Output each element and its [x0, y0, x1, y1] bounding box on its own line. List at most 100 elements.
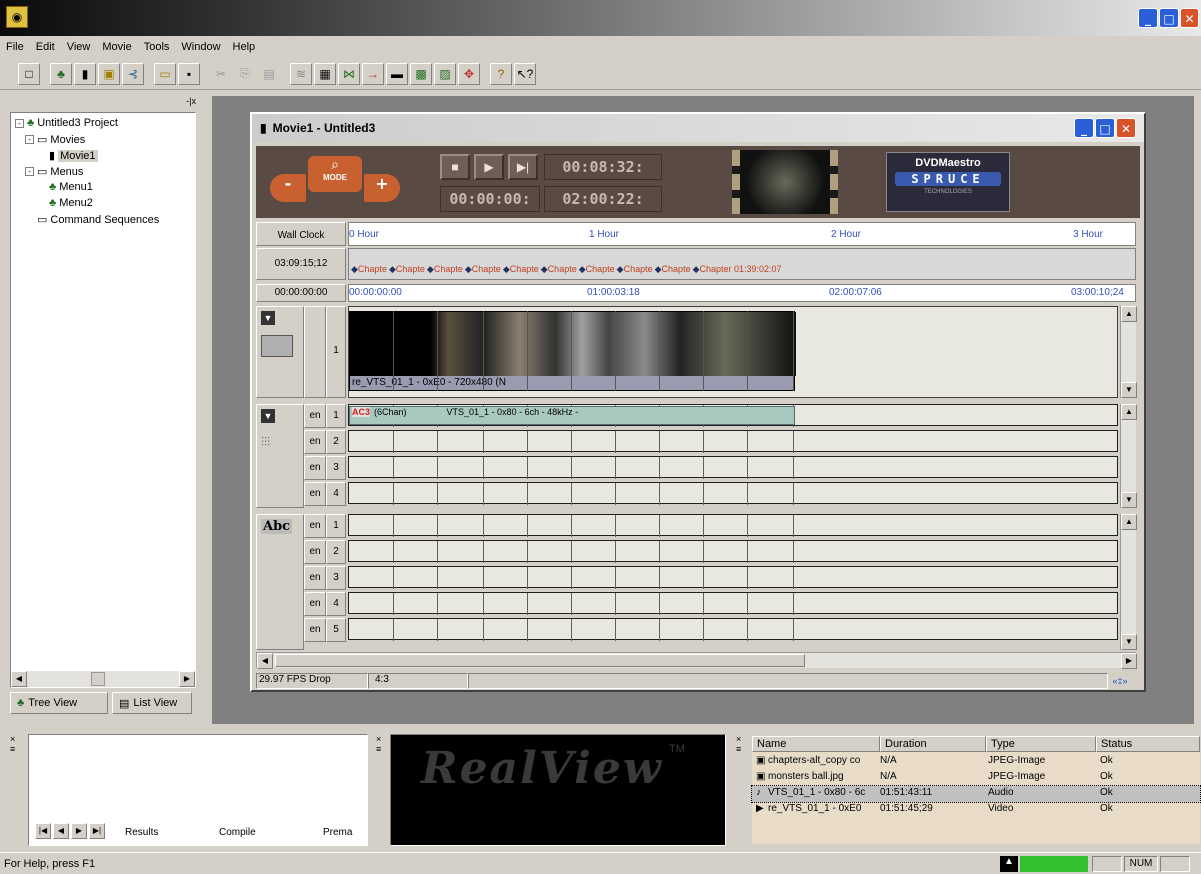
- tree-node-menus[interactable]: - ▭ Menus: [25, 165, 83, 178]
- scroll-thumb[interactable]: [275, 654, 805, 667]
- menu-help[interactable]: Help: [233, 41, 256, 53]
- panel-close-icon[interactable]: -|x: [170, 96, 196, 108]
- chapter-marker[interactable]: ◆Chapte: [351, 264, 387, 274]
- column-name[interactable]: Name: [752, 736, 880, 752]
- save-icon[interactable]: ▪: [178, 62, 200, 85]
- chapter-marker[interactable]: ◆Chapte: [579, 264, 615, 274]
- open-icon[interactable]: ▭: [154, 62, 176, 85]
- audio-track-lane[interactable]: [348, 456, 1118, 479]
- maximize-button[interactable]: □: [1159, 8, 1179, 28]
- tab-list-view[interactable]: ▤ List View: [112, 692, 192, 714]
- video-track-lane[interactable]: re_VTS_01_1 - 0xE0 - 720x480 (N: [348, 306, 1118, 398]
- scroll-up-icon[interactable]: ▲: [1121, 514, 1137, 530]
- chapter-marker[interactable]: ◆Chapte: [503, 264, 539, 274]
- audio-track-lane[interactable]: AC3 (6Chan) VTS_01_1 - 0x80 - 6ch - 48kHz …: [348, 404, 1118, 427]
- tab-tree-view[interactable]: ♣ Tree View: [10, 692, 108, 714]
- new-icon[interactable]: □: [18, 62, 40, 85]
- chapter-marker[interactable]: ◆Chapte: [465, 264, 501, 274]
- menu-tools[interactable]: Tools: [144, 41, 170, 53]
- tree-node-command-sequences[interactable]: ▭ Command Sequences: [37, 213, 159, 227]
- list-item[interactable]: ▶ re_VTS_01_1 - 0xE0 01:51:45;29 Video O…: [752, 802, 1200, 818]
- project-icon[interactable]: ♣: [50, 62, 72, 85]
- collapse-icon[interactable]: ▼: [261, 409, 275, 423]
- subtitle-vertical-scrollbar[interactable]: ▲ ▼: [1120, 514, 1137, 650]
- chapter-icon[interactable]: ≋: [290, 62, 312, 85]
- move-icon[interactable]: ✥: [458, 62, 480, 85]
- audio-track-lane[interactable]: [348, 482, 1118, 505]
- scroll-down-icon[interactable]: ▼: [1121, 634, 1137, 650]
- chapter-track[interactable]: ◆Chapte ◆Chapte ◆Chapte ◆Chapte ◆Chapte ◆Chap…: [348, 248, 1136, 280]
- movie-icon[interactable]: ▮: [74, 62, 96, 85]
- subtitle-track-lane[interactable]: [348, 592, 1118, 615]
- subtitle-track-lane[interactable]: [348, 618, 1118, 641]
- link-icon[interactable]: ⋈: [338, 62, 360, 85]
- minimize-button[interactable]: _: [1138, 8, 1158, 28]
- tree-node-menu2[interactable]: ♣ Menu2: [49, 197, 93, 209]
- close-button[interactable]: ✕: [1180, 8, 1199, 28]
- timecode-ruler[interactable]: 00:00:00:00 01:00:03:18 02:00:07:06 03:0…: [348, 284, 1136, 302]
- menu-window[interactable]: Window: [181, 41, 220, 53]
- list-item[interactable]: ♪ VTS_01_1 - 0x80 - 6c 01:51:43:11 Audio…: [751, 785, 1201, 803]
- chapter-marker[interactable]: ◆Chapter 01:39:02:07: [693, 264, 782, 274]
- scroll-left-icon[interactable]: ◀: [257, 653, 273, 669]
- wall-clock-ruler[interactable]: 0 Hour 1 Hour 2 Hour 3 Hour: [348, 222, 1136, 246]
- scroll-right-icon[interactable]: ▶: [1121, 653, 1137, 669]
- help-icon[interactable]: ?: [490, 62, 512, 85]
- subtitle-track-lane[interactable]: [348, 514, 1118, 537]
- zoom-arrows-icon[interactable]: «‡»: [1108, 676, 1132, 686]
- menu-edit[interactable]: Edit: [36, 41, 55, 53]
- jump-icon[interactable]: →: [362, 62, 384, 85]
- stop-button[interactable]: ■: [440, 154, 470, 180]
- grid-icon[interactable]: ▦: [314, 62, 336, 85]
- render-icon[interactable]: ▬: [386, 62, 408, 85]
- column-status[interactable]: Status: [1096, 736, 1200, 752]
- movie-close-button[interactable]: ✕: [1116, 118, 1136, 138]
- panel-close-icon[interactable]: × ≡: [10, 734, 22, 758]
- tree-node-movie1[interactable]: ▮ Movie1: [49, 149, 98, 162]
- list-item[interactable]: ▣ chapters-alt_copy co N/A JPEG-Image Ok: [752, 754, 1200, 770]
- tab-compile[interactable]: Compile: [219, 827, 256, 838]
- zoom-in-button[interactable]: +: [364, 174, 400, 202]
- first-icon[interactable]: |◀: [35, 823, 51, 839]
- audio-clip[interactable]: AC3 (6Chan) VTS_01_1 - 0x80 - 6ch - 48kHz …: [349, 406, 795, 425]
- scroll-right-icon[interactable]: ▶: [179, 671, 195, 687]
- next-icon[interactable]: ▶: [71, 823, 87, 839]
- chapter-marker[interactable]: ◆Chapte: [541, 264, 577, 274]
- menu-movie[interactable]: Movie: [102, 41, 131, 53]
- chapter-marker[interactable]: ◆Chapte: [655, 264, 691, 274]
- column-type[interactable]: Type: [986, 736, 1096, 752]
- context-help-icon[interactable]: ↖?: [514, 62, 536, 85]
- subtitle-track-lane[interactable]: [348, 540, 1118, 563]
- collapse-icon[interactable]: ▼: [261, 311, 275, 325]
- menu-file[interactable]: File: [6, 41, 24, 53]
- paste-icon[interactable]: ▤: [258, 63, 280, 85]
- step-button[interactable]: ▶|: [508, 154, 538, 180]
- movie-maximize-button[interactable]: □: [1095, 118, 1115, 138]
- branch-icon[interactable]: ⊰: [122, 62, 144, 85]
- tree-node-movies[interactable]: - ▭ Movies: [25, 133, 85, 146]
- scroll-thumb[interactable]: [91, 672, 105, 686]
- play-button[interactable]: ▶: [474, 154, 504, 180]
- copy-icon[interactable]: ⎘: [234, 63, 256, 85]
- panel-close-icon[interactable]: × ≡: [736, 734, 748, 758]
- last-icon[interactable]: ▶|: [89, 823, 105, 839]
- cut-icon[interactable]: ✂: [210, 63, 232, 85]
- mode-button[interactable]: ⌕ MODE: [308, 156, 362, 192]
- subtitle-track-lane[interactable]: [348, 566, 1118, 589]
- tab-results[interactable]: Results: [125, 827, 158, 838]
- chapter-marker[interactable]: ◆Chapte: [389, 264, 425, 274]
- app-icon[interactable]: ◉: [6, 6, 28, 28]
- prev-icon[interactable]: ◀: [53, 823, 69, 839]
- eject-icon[interactable]: ▲: [1000, 856, 1018, 872]
- chapter-marker[interactable]: ◆Chapte: [617, 264, 653, 274]
- tab-premaster[interactable]: Prema: [323, 827, 352, 838]
- video-vertical-scrollbar[interactable]: ▲ ▼: [1120, 306, 1137, 398]
- menu-view[interactable]: View: [67, 41, 91, 53]
- column-duration[interactable]: Duration: [880, 736, 986, 752]
- scroll-down-icon[interactable]: ▼: [1121, 382, 1137, 398]
- compile-icon[interactable]: ▩: [410, 62, 432, 85]
- movie-minimize-button[interactable]: _: [1074, 118, 1094, 138]
- tree-node-project[interactable]: - ♣ Untitled3 Project: [15, 117, 118, 129]
- scroll-down-icon[interactable]: ▼: [1121, 492, 1137, 508]
- burn-icon[interactable]: ▨: [434, 62, 456, 85]
